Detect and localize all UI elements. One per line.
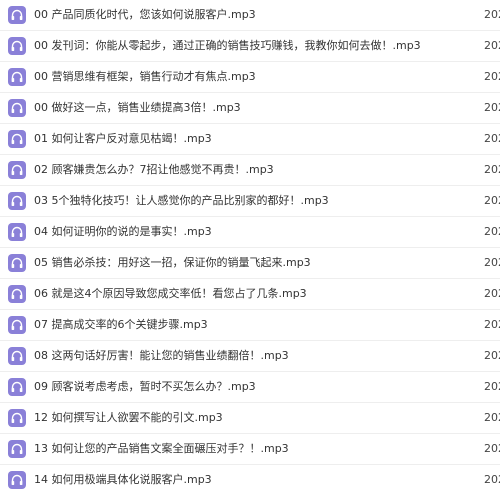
- file-date: 2022: [484, 287, 500, 300]
- file-row[interactable]: 00 做好这一点，销售业绩提高3倍！.mp3 2022: [0, 93, 500, 124]
- headphones-icon: [8, 161, 26, 179]
- file-name[interactable]: 02 顾客嫌贵怎么办？7招让他感觉不再贵！.mp3: [34, 162, 274, 178]
- file-date: 2022: [484, 70, 500, 83]
- file-date: 2022: [484, 473, 500, 486]
- file-row[interactable]: 07 提高成交率的6个关键步骤.mp3 2022: [0, 310, 500, 341]
- file-date: 2022: [484, 349, 500, 362]
- headphones-icon: [8, 130, 26, 148]
- file-name[interactable]: 07 提高成交率的6个关键步骤.mp3: [34, 317, 208, 333]
- headphones-icon: [8, 37, 26, 55]
- headphones-icon: [8, 99, 26, 117]
- file-row[interactable]: 13 如何让您的产品销售文案全面碾压对手？！.mp3 2022: [0, 434, 500, 465]
- file-name[interactable]: 13 如何让您的产品销售文案全面碾压对手？！.mp3: [34, 441, 289, 457]
- file-row[interactable]: 09 顾客说考虑考虑，暂时不买怎么办？.mp3 2022: [0, 372, 500, 403]
- file-name[interactable]: 09 顾客说考虑考虑，暂时不买怎么办？.mp3: [34, 379, 256, 395]
- headphones-icon: [8, 440, 26, 458]
- headphones-icon: [8, 471, 26, 489]
- file-date: 2022: [484, 256, 500, 269]
- headphones-icon: [8, 285, 26, 303]
- file-date: 2022: [484, 132, 500, 145]
- file-name[interactable]: 08 这两句话好厉害！能让您的销售业绩翻倍！.mp3: [34, 348, 289, 364]
- file-name[interactable]: 06 就是这4个原因导致您成交率低！看您占了几条.mp3: [34, 286, 307, 302]
- file-date: 2022: [484, 411, 500, 424]
- file-row[interactable]: 00 发刊词：你能从零起步，通过正确的销售技巧赚钱，我教你如何去做！.mp3 2…: [0, 31, 500, 62]
- headphones-icon: [8, 378, 26, 396]
- headphones-icon: [8, 347, 26, 365]
- file-date: 2022: [484, 194, 500, 207]
- headphones-icon: [8, 6, 26, 24]
- file-date: 2022: [484, 225, 500, 238]
- audio-file-list: 00 产品同质化时代，您该如何说服客户.mp3 2022 00 发刊词：你能从零…: [0, 0, 500, 500]
- file-row[interactable]: 03 5个独特化技巧！让人感觉你的产品比别家的都好！.mp3 2022: [0, 186, 500, 217]
- headphones-icon: [8, 254, 26, 272]
- headphones-icon: [8, 68, 26, 86]
- file-row[interactable]: 12 如何撰写让人欲罢不能的引文.mp3 2022: [0, 403, 500, 434]
- file-row[interactable]: 06 就是这4个原因导致您成交率低！看您占了几条.mp3 2022: [0, 279, 500, 310]
- file-row[interactable]: 02 顾客嫌贵怎么办？7招让他感觉不再贵！.mp3 2022: [0, 155, 500, 186]
- file-name[interactable]: 03 5个独特化技巧！让人感觉你的产品比别家的都好！.mp3: [34, 193, 329, 209]
- file-row[interactable]: 00 营销思维有框架，销售行动才有焦点.mp3 2022: [0, 62, 500, 93]
- file-name[interactable]: 00 营销思维有框架，销售行动才有焦点.mp3: [34, 69, 256, 85]
- file-row[interactable]: 04 如何证明你的说的是事实！.mp3 2022: [0, 217, 500, 248]
- file-name[interactable]: 00 做好这一点，销售业绩提高3倍！.mp3: [34, 100, 241, 116]
- headphones-icon: [8, 409, 26, 427]
- headphones-icon: [8, 192, 26, 210]
- headphones-icon: [8, 316, 26, 334]
- file-date: 2022: [484, 101, 500, 114]
- file-name[interactable]: 14 如何用极端具体化说服客户.mp3: [34, 472, 212, 488]
- headphones-icon: [8, 223, 26, 241]
- file-name[interactable]: 01 如何让客户反对意见枯竭！.mp3: [34, 131, 212, 147]
- file-name[interactable]: 05 销售必杀技：用好这一招，保证你的销量飞起来.mp3: [34, 255, 311, 271]
- file-date: 2022: [484, 318, 500, 331]
- file-date: 2022: [484, 39, 500, 52]
- file-name[interactable]: 04 如何证明你的说的是事实！.mp3: [34, 224, 212, 240]
- file-date: 2022: [484, 380, 500, 393]
- file-row[interactable]: 14 如何用极端具体化说服客户.mp3 2022: [0, 465, 500, 496]
- file-date: 2022: [484, 163, 500, 176]
- file-name[interactable]: 00 发刊词：你能从零起步，通过正确的销售技巧赚钱，我教你如何去做！.mp3: [34, 38, 421, 54]
- file-date: 2022: [484, 442, 500, 455]
- file-row[interactable]: 00 产品同质化时代，您该如何说服客户.mp3 2022: [0, 0, 500, 31]
- file-row[interactable]: 08 这两句话好厉害！能让您的销售业绩翻倍！.mp3 2022: [0, 341, 500, 372]
- file-row[interactable]: 05 销售必杀技：用好这一招，保证你的销量飞起来.mp3 2022: [0, 248, 500, 279]
- file-name[interactable]: 00 产品同质化时代，您该如何说服客户.mp3: [34, 7, 256, 23]
- file-row[interactable]: 01 如何让客户反对意见枯竭！.mp3 2022: [0, 124, 500, 155]
- file-name[interactable]: 12 如何撰写让人欲罢不能的引文.mp3: [34, 410, 223, 426]
- file-date: 2022: [484, 8, 500, 21]
